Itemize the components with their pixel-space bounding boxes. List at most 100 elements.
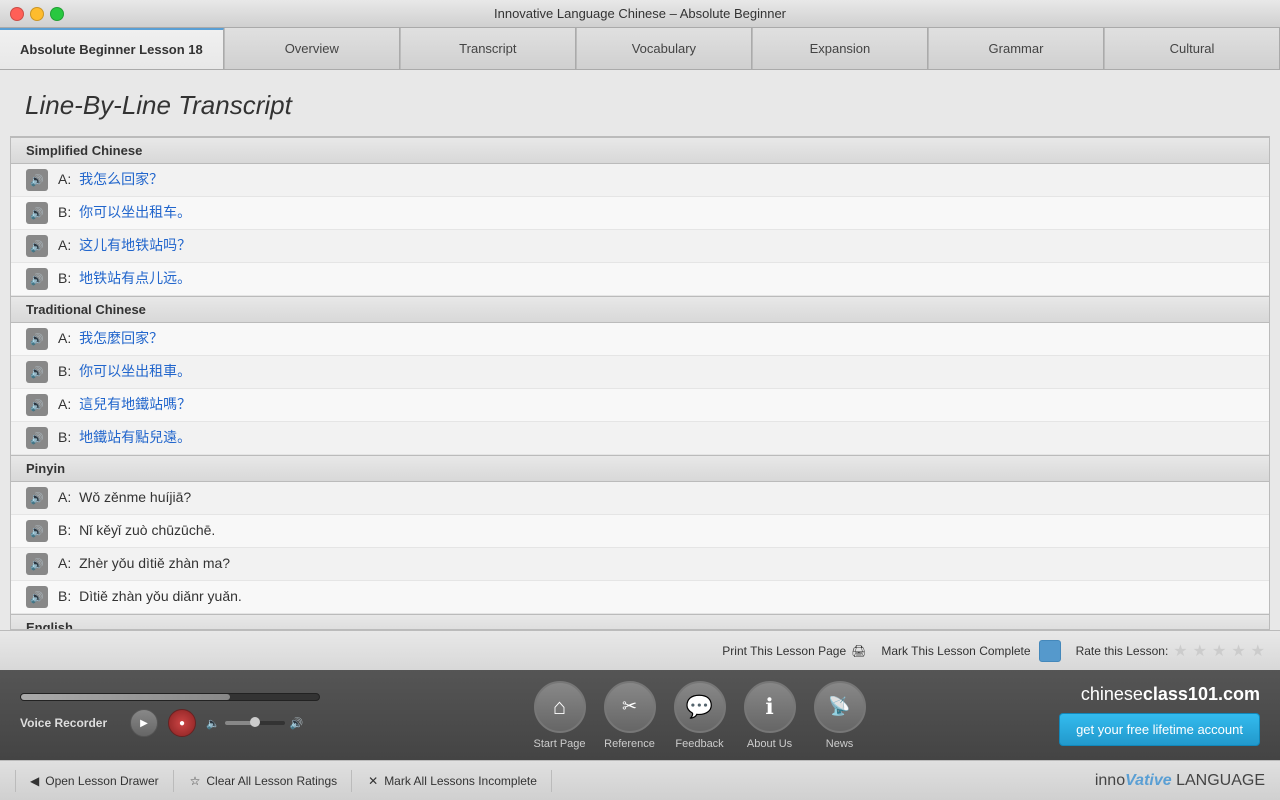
audio-button[interactable]: 🔊 [26, 235, 48, 257]
audio-button[interactable]: 🔊 [26, 328, 48, 350]
table-row: 🔊 A: 這兒有地鐵站嗎？ [11, 389, 1269, 422]
start-page-icon: ⌂ [534, 681, 586, 733]
section-header-english: English [11, 614, 1269, 630]
clear-ratings-label: Clear All Lesson Ratings [206, 774, 337, 788]
table-row: 🔊 A: 我怎麼回家？ [11, 323, 1269, 356]
table-row: 🔊 B: Nǐ kěyǐ zuò chūzūchē. [11, 515, 1269, 548]
speaker-label: A: [58, 555, 71, 571]
recorder-label: Voice Recorder [20, 716, 120, 730]
reference-icon: ✂ [604, 681, 656, 733]
audio-button[interactable]: 🔊 [26, 586, 48, 608]
nav-start-page[interactable]: ⌂ Start Page [530, 681, 590, 750]
tab-cultural[interactable]: Cultural [1104, 28, 1280, 69]
cta-button[interactable]: get your free lifetime account [1059, 713, 1260, 746]
record-button[interactable]: ● [168, 709, 196, 737]
maximize-button[interactable] [50, 7, 64, 21]
line-content: 地鐵站有點兒遠。 [79, 429, 191, 445]
complete-checkbox[interactable] [1039, 640, 1061, 662]
mark-incomplete-button[interactable]: ✕ Mark All Lessons Incomplete [354, 770, 552, 792]
table-row: 🔊 A: Zhèr yǒu dìtiě zhàn ma? [11, 548, 1269, 581]
audio-button[interactable]: 🔊 [26, 169, 48, 191]
news-icon: 📡 [814, 681, 866, 733]
tab-active[interactable]: Absolute Beginner Lesson 18 [0, 28, 224, 69]
tab-transcript[interactable]: Transcript [400, 28, 576, 69]
recorder-controls: Voice Recorder ▶ ● 🔈 🔊 [20, 709, 340, 737]
audio-button[interactable]: 🔊 [26, 487, 48, 509]
nav-reference[interactable]: ✂ Reference [600, 681, 660, 750]
tab-overview[interactable]: Overview [224, 28, 400, 69]
reference-label: Reference [604, 738, 655, 750]
star-3[interactable]: ★ [1212, 641, 1226, 661]
titlebar: Innovative Language Chinese – Absolute B… [0, 0, 1280, 28]
nav-icons: ⌂ Start Page ✂ Reference 💬 Feedback ℹ Ab… [530, 681, 870, 750]
volume-slider-track[interactable] [225, 721, 285, 725]
minimize-button[interactable] [30, 7, 44, 21]
content-area: Line-By-Line Transcript Simplified Chine… [0, 70, 1280, 670]
page-title-area: Line-By-Line Transcript [0, 70, 1280, 136]
table-row: 🔊 B: Dìtiě zhàn yǒu diǎnr yuǎn. [11, 581, 1269, 614]
audio-button[interactable]: 🔊 [26, 268, 48, 290]
star-4[interactable]: ★ [1231, 641, 1245, 661]
speaker-label: B: [58, 363, 71, 379]
print-label: Print This Lesson Page [722, 644, 846, 658]
print-button[interactable]: Print This Lesson Page 🖨 [722, 644, 866, 658]
footer-brand-accent: Vative [1125, 772, 1172, 789]
star-2[interactable]: ★ [1193, 641, 1207, 661]
clear-ratings-icon: ☆ [190, 774, 201, 788]
window-controls [10, 7, 64, 21]
open-lesson-button[interactable]: ◀ Open Lesson Drawer [15, 770, 174, 792]
close-button[interactable] [10, 7, 24, 21]
footer-bar: ◀ Open Lesson Drawer ☆ Clear All Lesson … [0, 760, 1280, 800]
transcript-scroll[interactable]: Simplified Chinese 🔊 A: 我怎么回家？ 🔊 B: 你可以坐… [10, 136, 1270, 630]
cta-brand-bold: class101.com [1143, 684, 1260, 704]
audio-button[interactable]: 🔊 [26, 394, 48, 416]
star-1[interactable]: ★ [1173, 641, 1187, 661]
audio-button[interactable]: 🔊 [26, 520, 48, 542]
tab-expansion[interactable]: Expansion [752, 28, 928, 69]
open-lesson-label: Open Lesson Drawer [45, 774, 158, 788]
speaker-label: A: [58, 396, 71, 412]
page-title: Line-By-Line Transcript [25, 90, 1255, 121]
navbar: Voice Recorder ▶ ● 🔈 🔊 ⌂ Start Page [0, 670, 1280, 760]
table-row: 🔊 B: 地鐵站有點兒遠。 [11, 422, 1269, 455]
cta-brand: chineseclass101.com [1081, 684, 1260, 705]
audio-button[interactable]: 🔊 [26, 202, 48, 224]
section-header-pinyin: Pinyin [11, 455, 1269, 482]
speaker-label: B: [58, 588, 71, 604]
speaker-label: A: [58, 489, 71, 505]
section-header-traditional: Traditional Chinese [11, 296, 1269, 323]
table-row: 🔊 A: Wǒ zěnme huíjiā? [11, 482, 1269, 515]
nav-feedback[interactable]: 💬 Feedback [670, 681, 730, 750]
rate-lesson-area: Rate this Lesson: ★ ★ ★ ★ ★ [1076, 641, 1265, 661]
audio-button[interactable]: 🔊 [26, 553, 48, 575]
audio-button[interactable]: 🔊 [26, 361, 48, 383]
mark-incomplete-icon: ✕ [368, 774, 378, 788]
volume-high-icon: 🔊 [290, 717, 304, 730]
star-5[interactable]: ★ [1251, 641, 1265, 661]
progress-bar-track[interactable] [20, 693, 320, 701]
app-container: Absolute Beginner Lesson 18 Overview Tra… [0, 28, 1280, 800]
footer-left: ◀ Open Lesson Drawer ☆ Clear All Lesson … [15, 770, 552, 792]
nav-about-us[interactable]: ℹ About Us [740, 681, 800, 750]
audio-button[interactable]: 🔊 [26, 427, 48, 449]
nav-news[interactable]: 📡 News [810, 681, 870, 750]
line-content: Wǒ zěnme huíjiā? [79, 489, 191, 505]
speaker-label: A: [58, 237, 71, 253]
line-content: 地铁站有点儿远。 [79, 270, 191, 286]
mark-complete-button[interactable]: Mark This Lesson Complete [881, 640, 1060, 662]
line-content: Dìtiě zhàn yǒu diǎnr yuǎn. [79, 588, 242, 604]
tab-grammar[interactable]: Grammar [928, 28, 1104, 69]
volume-low-icon: 🔈 [206, 717, 220, 730]
table-row: 🔊 A: 我怎么回家？ [11, 164, 1269, 197]
table-row: 🔊 B: 你可以坐出租車。 [11, 356, 1269, 389]
tab-vocabulary[interactable]: Vocabulary [576, 28, 752, 69]
speaker-label: B: [58, 429, 71, 445]
play-button[interactable]: ▶ [130, 709, 158, 737]
volume-control: 🔈 🔊 [206, 717, 303, 730]
speaker-label: B: [58, 522, 71, 538]
mark-incomplete-label: Mark All Lessons Incomplete [384, 774, 537, 788]
feedback-label: Feedback [675, 738, 723, 750]
volume-slider-thumb[interactable] [250, 717, 260, 727]
clear-ratings-button[interactable]: ☆ Clear All Lesson Ratings [176, 770, 353, 792]
tab-bar: Absolute Beginner Lesson 18 Overview Tra… [0, 28, 1280, 70]
